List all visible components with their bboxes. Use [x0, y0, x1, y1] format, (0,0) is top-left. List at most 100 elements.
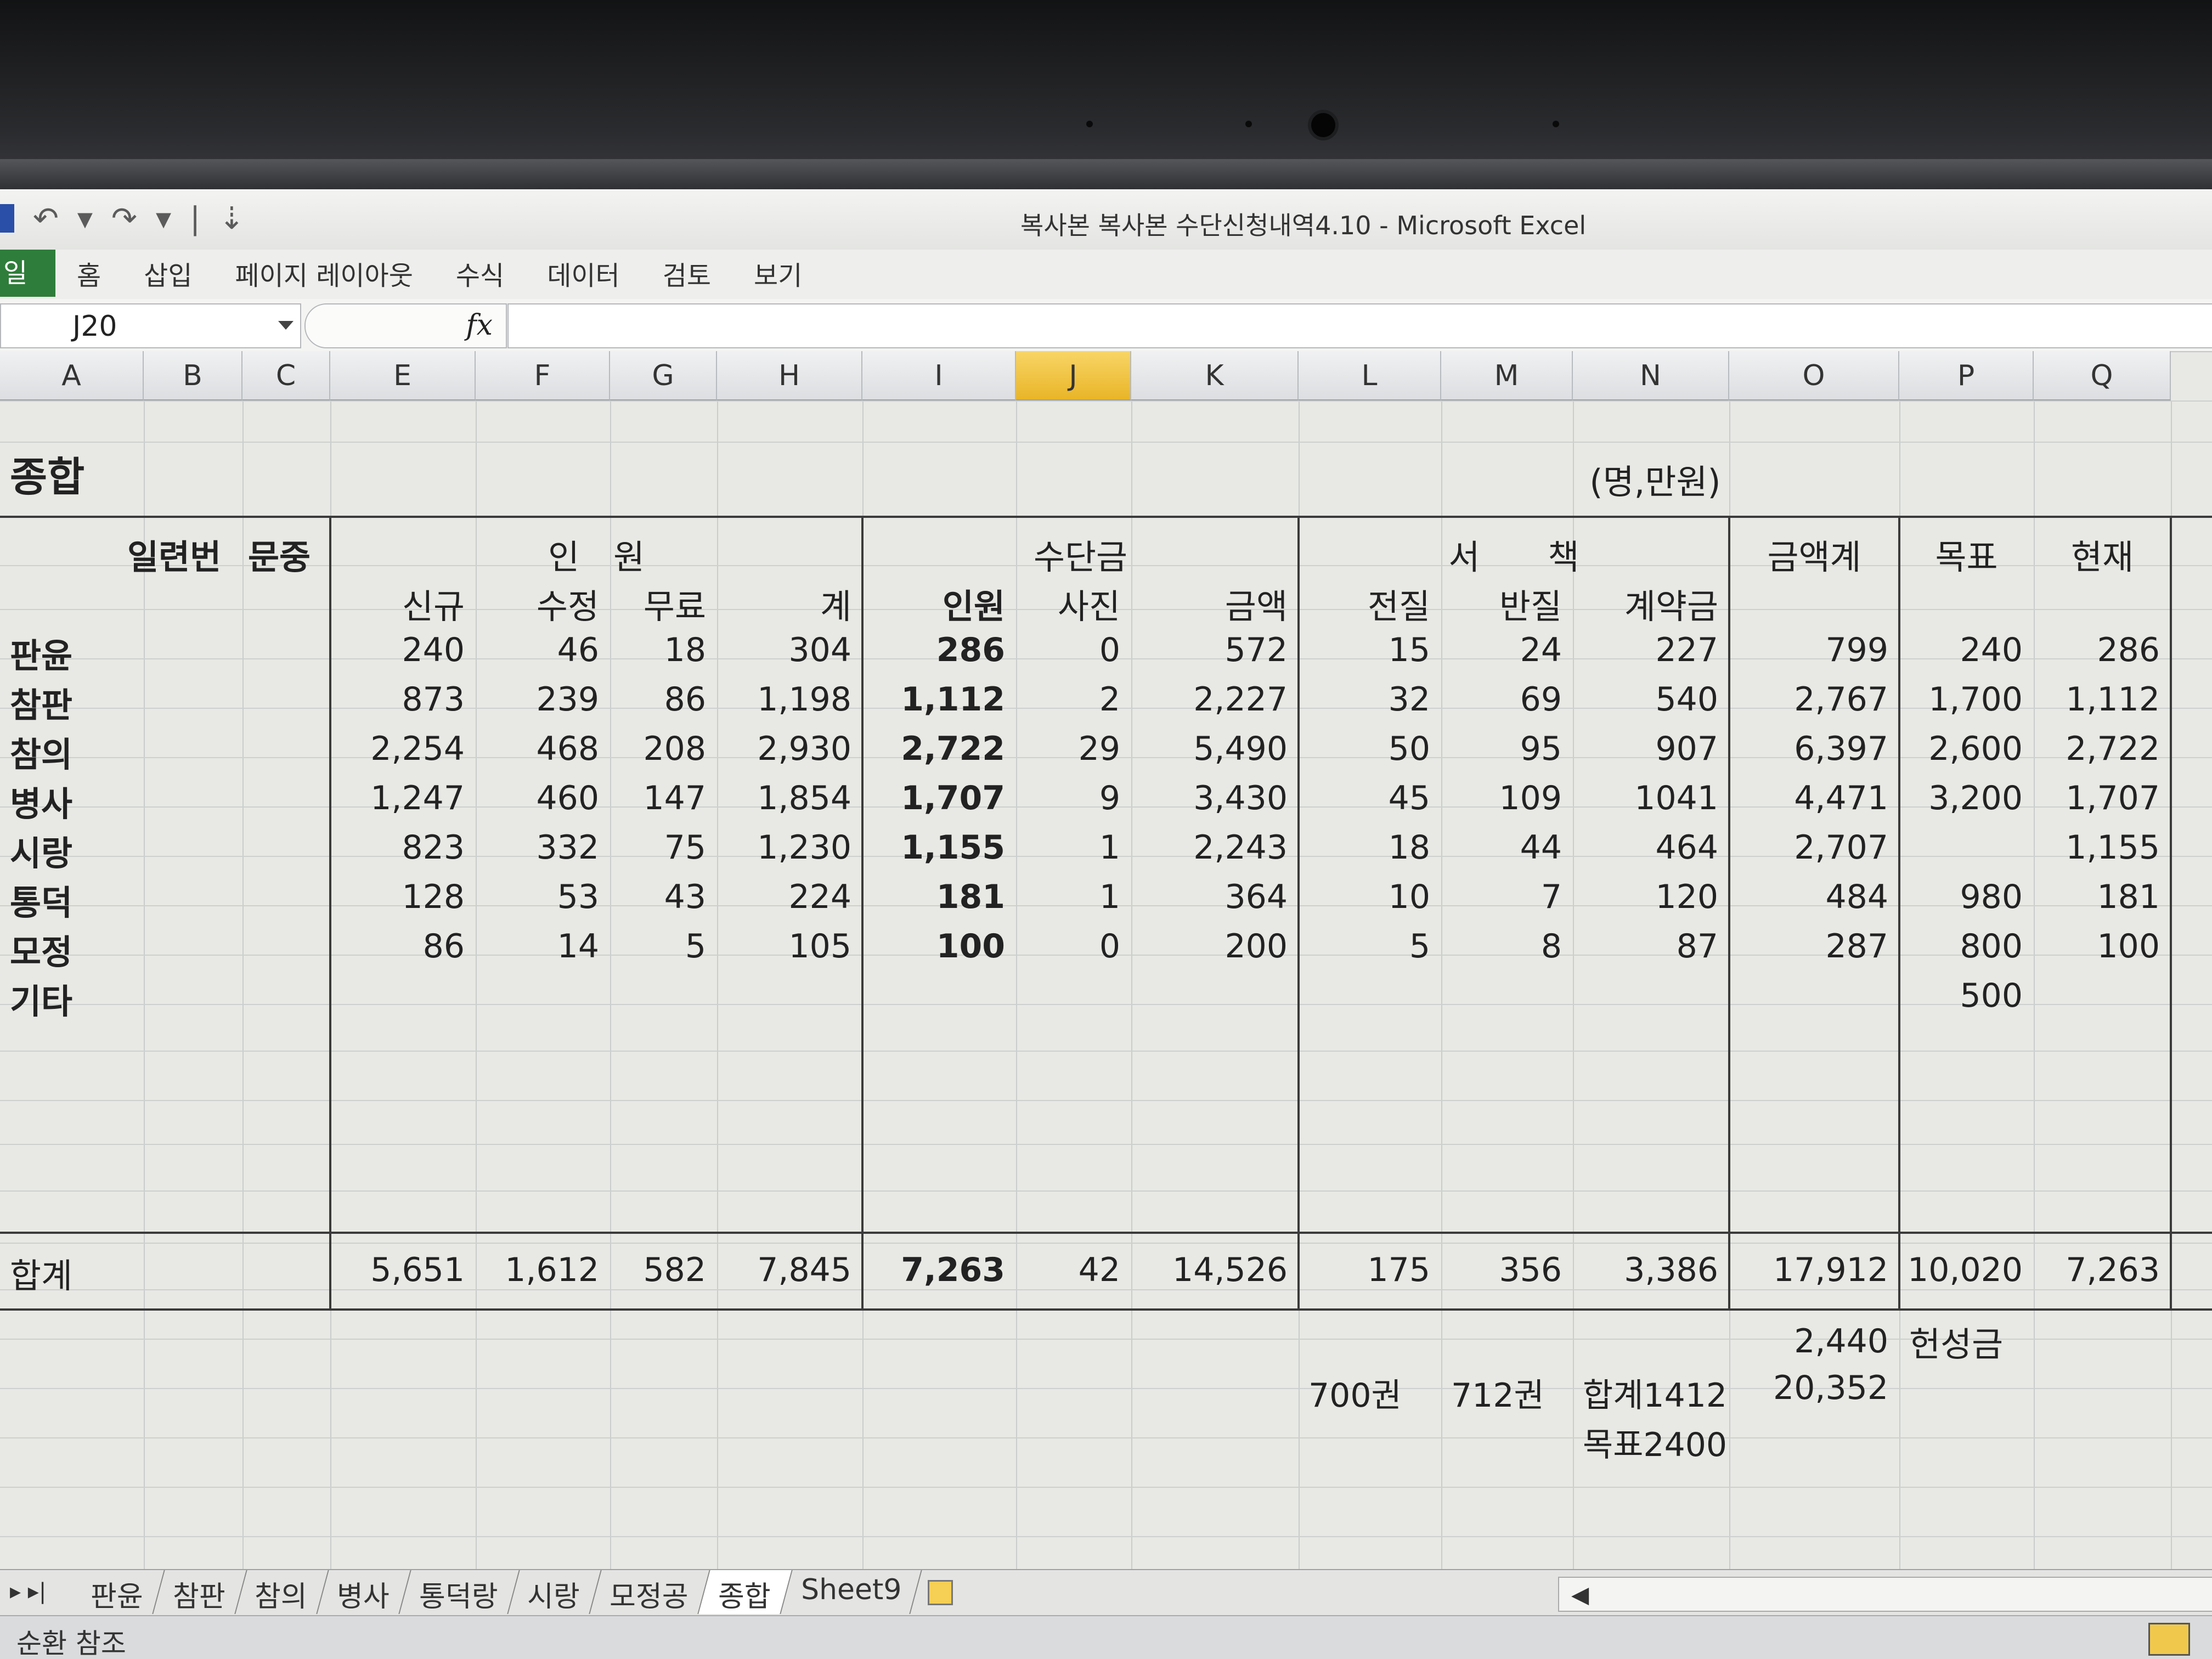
table-cell[interactable]: 18 — [610, 631, 706, 669]
table-cell[interactable]: 500 — [1899, 977, 2023, 1015]
total-cell[interactable]: 356 — [1441, 1251, 1562, 1289]
column-header-j[interactable]: J — [1016, 351, 1131, 400]
table-cell[interactable]: 18 — [1299, 828, 1430, 867]
column-header-g[interactable]: G — [610, 351, 717, 400]
table-cell[interactable]: 1,854 — [717, 779, 851, 817]
sheet-tab[interactable]: 참의 — [235, 1570, 329, 1614]
column-header-e[interactable]: E — [330, 351, 476, 400]
insert-sheet-icon[interactable] — [927, 1580, 953, 1605]
sheet-tab[interactable]: Sheet9 — [780, 1570, 923, 1614]
total-cell[interactable]: 10,020 — [1899, 1251, 2023, 1289]
total-amount-header[interactable]: 금액계 — [1729, 529, 1899, 579]
sub-header[interactable]: 인원 — [862, 579, 1005, 628]
table-cell[interactable]: 86 — [610, 680, 706, 719]
table-cell[interactable]: 364 — [1131, 878, 1288, 916]
table-cell[interactable]: 208 — [610, 730, 706, 768]
redo-dropdown-icon[interactable]: ▾ — [156, 201, 171, 236]
table-cell[interactable]: 572 — [1131, 631, 1288, 669]
row-label[interactable]: 병사 — [10, 776, 72, 826]
scroll-left-icon[interactable]: ◀ — [1571, 1581, 1589, 1608]
table-cell[interactable]: 44 — [1441, 828, 1562, 867]
insert-function-button[interactable]: fx — [304, 303, 507, 348]
table-cell[interactable]: 700권 — [1308, 1369, 1402, 1417]
table-cell[interactable]: 5 — [610, 927, 706, 966]
serial-header[interactable]: 일련번 — [127, 529, 221, 579]
undo-dropdown-icon[interactable]: ▾ — [77, 201, 93, 236]
sheet-tab[interactable]: 병사 — [317, 1570, 411, 1614]
table-cell[interactable]: 1,700 — [1899, 680, 2023, 719]
tab-data[interactable]: 데이터 — [547, 254, 619, 292]
table-cell[interactable]: 240 — [330, 631, 465, 669]
save-icon[interactable] — [0, 204, 14, 233]
file-tab[interactable]: 일 — [0, 250, 55, 297]
total-cell[interactable]: 14,526 — [1131, 1251, 1288, 1289]
table-cell[interactable]: 2,254 — [330, 730, 465, 768]
table-cell[interactable]: 120 — [1573, 878, 1718, 916]
table-cell[interactable]: 9 — [1016, 779, 1120, 817]
total-cell[interactable]: 7,263 — [862, 1251, 1005, 1289]
table-cell[interactable]: 2,440 — [1729, 1322, 1888, 1361]
sub-header[interactable]: 금액 — [1131, 579, 1288, 628]
table-cell[interactable]: 907 — [1573, 730, 1718, 768]
table-cell[interactable]: 100 — [2034, 927, 2160, 966]
table-cell[interactable]: 5,490 — [1131, 730, 1288, 768]
table-cell[interactable]: 980 — [1899, 878, 2023, 916]
table-cell[interactable]: 헌성금 — [1909, 1317, 2003, 1366]
sheet-tab[interactable]: 참판 — [153, 1570, 247, 1614]
undo-icon[interactable]: ↶ — [33, 201, 59, 236]
table-cell[interactable]: 109 — [1441, 779, 1562, 817]
table-cell[interactable]: 86 — [330, 927, 465, 966]
table-cell[interactable]: 87 — [1573, 927, 1718, 966]
row-label[interactable]: 모정 — [10, 924, 72, 974]
table-cell[interactable]: 2,227 — [1131, 680, 1288, 719]
tab-insert[interactable]: 삽입 — [144, 254, 192, 292]
table-cell[interactable]: 46 — [476, 631, 599, 669]
table-cell[interactable]: 200 — [1131, 927, 1288, 966]
table-cell[interactable]: 1,198 — [717, 680, 851, 719]
table-cell[interactable]: 464 — [1573, 828, 1718, 867]
chevron-down-icon[interactable] — [278, 321, 294, 330]
table-cell[interactable]: 287 — [1729, 927, 1888, 966]
formula-input[interactable] — [507, 303, 2212, 348]
sub-header[interactable]: 사진 — [1016, 579, 1120, 628]
table-cell[interactable]: 2,243 — [1131, 828, 1288, 867]
column-header-h[interactable]: H — [717, 351, 862, 400]
sub-header[interactable]: 수정 — [476, 579, 599, 628]
table-cell[interactable]: 50 — [1299, 730, 1430, 768]
table-cell[interactable]: 43 — [610, 878, 706, 916]
table-cell[interactable]: 95 — [1441, 730, 1562, 768]
table-cell[interactable]: 15 — [1299, 631, 1430, 669]
table-cell[interactable]: 0 — [1016, 631, 1120, 669]
total-cell[interactable]: 582 — [610, 1251, 706, 1289]
sheet-tab[interactable]: 판윤 — [71, 1570, 165, 1614]
table-cell[interactable]: 1,707 — [862, 779, 1005, 817]
table-cell[interactable]: 1,230 — [717, 828, 851, 867]
table-cell[interactable]: 1 — [1016, 828, 1120, 867]
table-cell[interactable]: 7 — [1441, 878, 1562, 916]
current-header[interactable]: 현재 — [2034, 529, 2171, 579]
table-cell[interactable]: 1,112 — [2034, 680, 2160, 719]
table-cell[interactable]: 2,600 — [1899, 730, 2023, 768]
fee-group-header[interactable]: 수단금 — [862, 529, 1299, 579]
table-cell[interactable]: 3,430 — [1131, 779, 1288, 817]
total-cell[interactable]: 42 — [1016, 1251, 1120, 1289]
table-cell[interactable]: 20,352 — [1729, 1369, 1888, 1407]
table-cell[interactable]: 1,155 — [2034, 828, 2160, 867]
table-cell[interactable]: 240 — [1899, 631, 2023, 669]
table-cell[interactable]: 460 — [476, 779, 599, 817]
table-cell[interactable]: 800 — [1899, 927, 2023, 966]
table-cell[interactable]: 181 — [2034, 878, 2160, 916]
row-label[interactable]: 판윤 — [10, 628, 72, 678]
table-cell[interactable]: 468 — [476, 730, 599, 768]
table-cell[interactable]: 14 — [476, 927, 599, 966]
table-cell[interactable]: 2,722 — [862, 730, 1005, 768]
column-header-a[interactable]: A — [0, 351, 144, 400]
table-cell[interactable]: 2,767 — [1729, 680, 1888, 719]
total-cell[interactable]: 175 — [1299, 1251, 1430, 1289]
table-cell[interactable]: 3,200 — [1899, 779, 2023, 817]
total-row-label[interactable]: 합계 — [10, 1248, 72, 1297]
total-cell[interactable]: 3,386 — [1573, 1251, 1718, 1289]
column-header-k[interactable]: K — [1131, 351, 1299, 400]
tab-formulas[interactable]: 수식 — [456, 254, 504, 292]
table-cell[interactable]: 105 — [717, 927, 851, 966]
